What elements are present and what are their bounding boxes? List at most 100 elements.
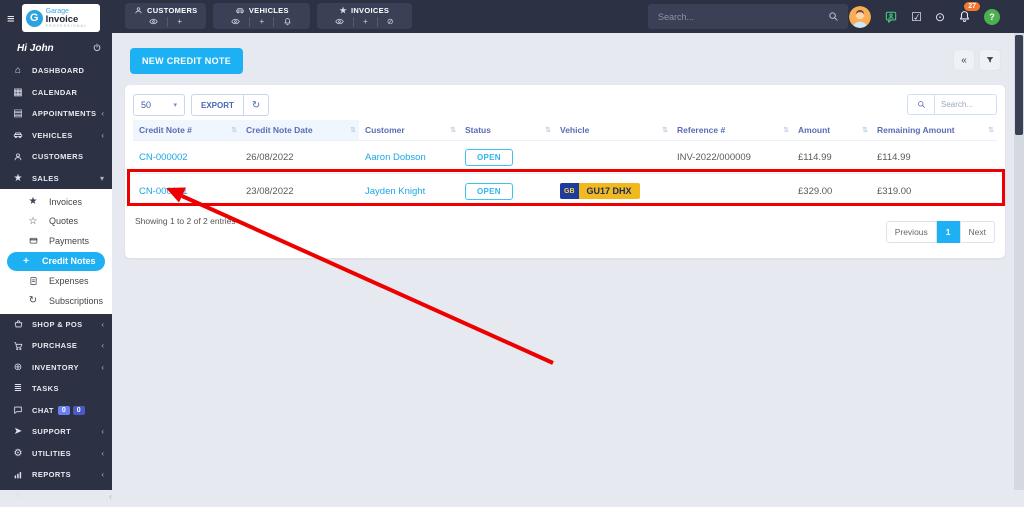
- sidebar-item-vehicles[interactable]: VEHICLES ‹: [0, 125, 112, 147]
- customer-link[interactable]: Aaron Dobson: [365, 152, 426, 163]
- sidebar-item-dashboard[interactable]: ⌂ DASHBOARD: [0, 60, 112, 82]
- page-size-select[interactable]: 50 ▾: [133, 94, 185, 116]
- status-badge: OPEN: [465, 183, 513, 200]
- paper-plane-icon: ➤: [10, 426, 26, 437]
- vehicle-reminder-icon[interactable]: [273, 17, 301, 27]
- sidebar-item-inventory[interactable]: ⊕ INVENTORY ‹: [0, 357, 112, 379]
- submenu-item-invoices[interactable]: ★ Invoices: [0, 192, 112, 212]
- view-invoices-icon[interactable]: [326, 17, 353, 27]
- chat-bubble-icon: [10, 405, 26, 416]
- sidebar-item-chat[interactable]: CHAT 0 0: [0, 400, 112, 422]
- draft-invoice-icon[interactable]: ⊘: [377, 17, 403, 27]
- person-icon: [134, 6, 143, 15]
- vertical-scrollbar-thumb[interactable]: [1015, 35, 1023, 135]
- global-search-input[interactable]: [648, 12, 828, 22]
- status-badge: OPEN: [465, 149, 513, 166]
- column-header-vehicle[interactable]: Vehicle⇅: [554, 120, 671, 141]
- topbar: CUSTOMERS + VEHICLES + ★ INVOICES: [0, 0, 1024, 33]
- refresh-button[interactable]: ↻: [244, 94, 269, 116]
- pagination-next-button[interactable]: Next: [960, 221, 995, 243]
- sidebar-item-customers[interactable]: CUSTOMERS: [0, 146, 112, 168]
- hamburger-menu-icon[interactable]: ≡: [0, 11, 22, 26]
- remaining-amount-cell: £114.99: [871, 141, 997, 174]
- column-header-remaining-amount[interactable]: Remaining Amount⇅: [871, 120, 997, 141]
- sidebar-item-utilities[interactable]: ⚙ UTILITIES ‹: [0, 443, 112, 465]
- sidebar-item-purchase[interactable]: PURCHASE ‹: [0, 335, 112, 357]
- clock-icon[interactable]: ⊙: [935, 11, 945, 23]
- table-row[interactable]: CN-000002 26/08/2022 Aaron Dobson OPEN I…: [133, 141, 997, 174]
- credit-note-link[interactable]: CN-000001: [139, 186, 188, 197]
- add-customer-icon[interactable]: +: [167, 17, 191, 27]
- add-invoice-icon[interactable]: +: [353, 17, 377, 27]
- table-row[interactable]: CN-000001 23/08/2022 Jayden Knight OPEN …: [133, 174, 997, 209]
- bell-icon: [958, 10, 971, 23]
- table-search-button[interactable]: [907, 94, 935, 115]
- logout-power-icon[interactable]: [92, 39, 102, 57]
- vertical-scrollbar-track[interactable]: [1014, 33, 1024, 490]
- sort-icon: ⇅: [350, 126, 356, 134]
- chevron-left-icon: ‹: [101, 427, 104, 436]
- task-list-icon: ≣: [10, 383, 26, 394]
- submenu-item-credit-notes[interactable]: + Credit Notes: [7, 252, 105, 271]
- collapse-button[interactable]: «: [953, 49, 975, 71]
- customer-link[interactable]: Jayden Knight: [365, 186, 425, 197]
- logo-g-icon: G: [26, 10, 43, 27]
- user-greeting: Hi John: [17, 43, 92, 54]
- reference-cell: INV-2022/000009: [671, 141, 792, 174]
- export-button[interactable]: EXPORT: [191, 94, 244, 116]
- sidebar-item-support[interactable]: ➤ SUPPORT ‹: [0, 421, 112, 443]
- sort-icon: ⇅: [545, 126, 551, 134]
- chevron-left-icon: ‹: [101, 320, 104, 329]
- chevron-left-icon: ‹: [101, 363, 104, 372]
- chevron-left-icon: ‹: [101, 470, 104, 479]
- chevron-left-icon: ‹: [101, 109, 104, 118]
- credit-note-link[interactable]: CN-000002: [139, 152, 188, 163]
- new-credit-note-button[interactable]: NEW CREDIT NOTE: [130, 48, 243, 74]
- column-header-amount[interactable]: Amount⇅: [792, 120, 871, 141]
- sort-icon: ⇅: [783, 126, 789, 134]
- message-square-icon[interactable]: [884, 10, 898, 24]
- appointments-calendar-icon: ▤: [10, 108, 26, 119]
- credit-card-icon: [26, 235, 40, 246]
- sidebar-item-shop-pos[interactable]: SHOP & POS ‹: [0, 314, 112, 336]
- logo-line3: PROFESSIONAL: [46, 25, 88, 29]
- star-icon: ★: [339, 6, 346, 15]
- pagination-previous-button[interactable]: Previous: [886, 221, 937, 243]
- user-avatar[interactable]: [849, 6, 871, 28]
- sidebar-item-appointments[interactable]: ▤ APPOINTMENTS ‹: [0, 103, 112, 125]
- table-search-input[interactable]: [935, 94, 997, 115]
- star-outline-icon: ☆: [26, 216, 40, 227]
- chevron-left-icon: ‹: [109, 492, 112, 501]
- app-logo[interactable]: G Garage Invoice PROFESSIONAL: [22, 4, 100, 32]
- submenu-item-expenses[interactable]: Expenses: [0, 272, 112, 292]
- filter-button[interactable]: [979, 49, 1001, 71]
- view-customers-icon[interactable]: [140, 17, 167, 27]
- column-header-customer[interactable]: Customer⇅: [359, 120, 459, 141]
- submenu-item-payments[interactable]: Payments: [0, 231, 112, 251]
- check-square-icon[interactable]: ☑: [911, 11, 922, 23]
- column-header-credit-note-date[interactable]: Credit Note Date⇅: [240, 120, 359, 141]
- quick-panel-invoices: ★ INVOICES + ⊘: [317, 3, 411, 29]
- submenu-item-quotes[interactable]: ☆ Quotes: [0, 212, 112, 232]
- column-header-status[interactable]: Status⇅: [459, 120, 554, 141]
- sidebar-item-calendar[interactable]: ▦ CALENDAR: [0, 82, 112, 104]
- pagination-page-1-button[interactable]: 1: [937, 221, 960, 243]
- help-icon[interactable]: ?: [984, 9, 1000, 25]
- person-icon: [10, 151, 26, 162]
- column-header-reference[interactable]: Reference #⇅: [671, 120, 792, 141]
- eye-icon: [231, 17, 240, 26]
- view-vehicles-icon[interactable]: [222, 17, 249, 27]
- add-vehicle-icon[interactable]: +: [249, 17, 273, 27]
- quick-panel-label: CUSTOMERS: [147, 6, 197, 15]
- plus-icon: +: [19, 256, 33, 267]
- notification-count-badge: 27: [964, 2, 980, 11]
- sidebar-item-quick-email-text[interactable]: ✉ QUICK EMAIL/TEXT ‹: [0, 486, 112, 507]
- notifications-bell[interactable]: 27: [958, 8, 971, 26]
- sidebar-item-reports[interactable]: REPORTS ‹: [0, 464, 112, 486]
- sidebar-item-sales[interactable]: ★ SALES ▾: [0, 168, 112, 190]
- column-header-credit-note[interactable]: Credit Note #⇅: [133, 120, 240, 141]
- quick-panel-invoices-title: ★ INVOICES: [339, 6, 389, 15]
- search-icon[interactable]: [828, 8, 839, 26]
- submenu-item-subscriptions[interactable]: ↻ Subscriptions: [0, 291, 112, 311]
- sidebar-item-tasks[interactable]: ≣ TASKS: [0, 378, 112, 400]
